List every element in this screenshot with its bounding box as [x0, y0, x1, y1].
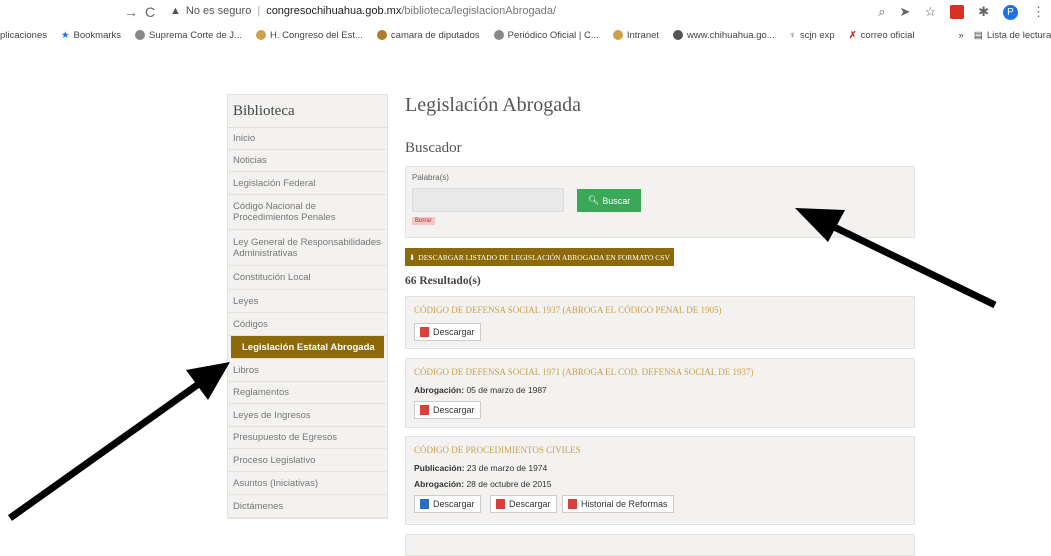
arrow-to-search-icon — [795, 208, 997, 309]
annotation-arrows — [7, 208, 997, 521]
arrow-to-sidebar-icon — [7, 362, 230, 521]
